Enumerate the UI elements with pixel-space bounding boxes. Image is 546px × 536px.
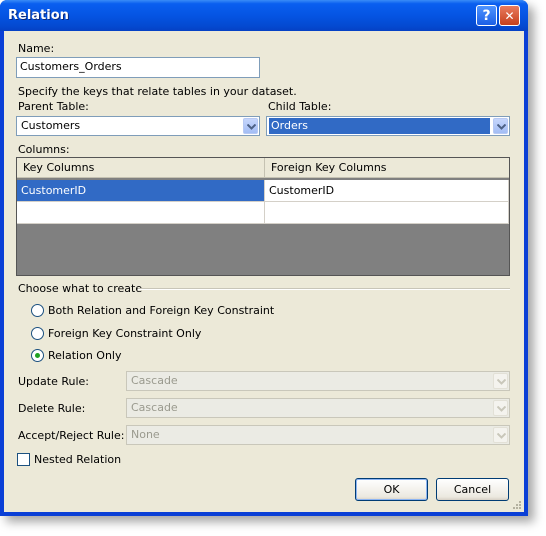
update-rule-select[interactable]: Cascade — [126, 371, 510, 391]
radio-fk-only-label[interactable]: Foreign Key Constraint Only — [48, 327, 201, 340]
radio-relation-only-label[interactable]: Relation Only — [48, 349, 121, 362]
child-table-label: Child Table: — [268, 100, 332, 113]
chevron-down-icon — [493, 427, 508, 443]
radio-fk-only[interactable] — [31, 327, 44, 340]
name-field[interactable]: Customers_Orders — [16, 57, 260, 78]
cancel-button[interactable]: Cancel — [436, 478, 509, 501]
title-bar[interactable]: Relation ? ✕ — [0, 0, 528, 31]
name-value: Customers_Orders — [20, 60, 122, 73]
resize-grip-icon[interactable] — [511, 499, 522, 510]
ok-button[interactable]: OK — [355, 478, 428, 501]
help-button[interactable]: ? — [476, 5, 497, 26]
delete-rule-value: Cascade — [131, 401, 178, 414]
close-icon: ✕ — [504, 9, 515, 23]
accept-reject-rule-label: Accept/Reject Rule: — [18, 429, 125, 442]
update-rule-label: Update Rule: — [18, 375, 89, 388]
hint-text: Specify the keys that relate tables in y… — [18, 85, 297, 98]
radio-both[interactable] — [31, 304, 44, 317]
create-group-label: Choose what to create — [18, 282, 143, 295]
child-table-value: Orders — [269, 118, 490, 134]
radio-selected-dot — [35, 353, 40, 358]
update-rule-value: Cascade — [131, 374, 178, 387]
close-button[interactable]: ✕ — [499, 5, 520, 26]
child-table-select[interactable]: Orders — [266, 116, 510, 136]
window-title: Relation — [8, 8, 69, 23]
delete-rule-label: Delete Rule: — [18, 402, 86, 415]
columns-grid[interactable]: Key Columns Foreign Key Columns Customer… — [16, 157, 510, 276]
radio-both-label[interactable]: Both Relation and Foreign Key Constraint — [48, 304, 274, 317]
header-key-columns[interactable]: Key Columns — [17, 158, 265, 178]
parent-table-select[interactable]: Customers — [16, 116, 260, 136]
nested-relation-checkbox[interactable] — [17, 453, 30, 466]
relation-dialog: Relation ? ✕ Name: Customers_Orders Spec… — [0, 0, 528, 516]
grid-cell[interactable]: CustomerID — [17, 180, 265, 202]
delete-rule-select[interactable]: Cascade — [126, 398, 510, 418]
grid-cell[interactable] — [17, 202, 265, 224]
nested-relation-label[interactable]: Nested Relation — [34, 453, 121, 466]
chevron-down-icon — [493, 400, 508, 416]
columns-label: Columns: — [18, 143, 70, 156]
parent-table-label: Parent Table: — [18, 100, 89, 113]
chevron-down-icon[interactable] — [243, 118, 258, 134]
radio-relation-only[interactable] — [31, 349, 44, 362]
accept-reject-rule-select[interactable]: None — [126, 425, 510, 445]
chevron-down-icon[interactable] — [493, 118, 508, 134]
accept-reject-rule-value: None — [131, 428, 160, 441]
dialog-client: Name: Customers_Orders Specify the keys … — [4, 31, 524, 512]
grid-cell[interactable] — [265, 202, 509, 224]
header-foreign-key-columns[interactable]: Foreign Key Columns — [265, 158, 509, 178]
chevron-down-icon — [493, 373, 508, 389]
name-label: Name: — [18, 42, 55, 55]
grid-cell[interactable]: CustomerID — [265, 180, 509, 202]
parent-table-value: Customers — [21, 119, 81, 132]
help-icon: ? — [482, 8, 491, 24]
group-divider — [138, 288, 510, 290]
